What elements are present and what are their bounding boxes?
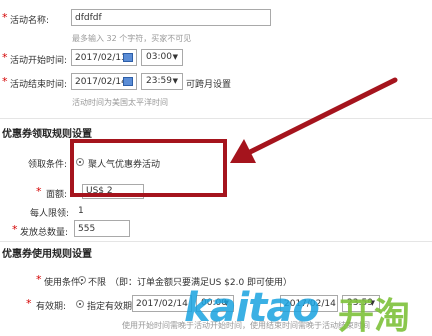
watermark-logo-cn: 开淘 (338, 296, 411, 336)
kaitao-watermark: kaitao 开淘 (178, 283, 432, 336)
coupon-settings-page: * 活动名称: dfdfdf 最多输入 32 个字符，买家不可见 * 活动开始时… (0, 0, 432, 336)
highlight-box (70, 139, 227, 197)
watermark-logo-text: kaitao (184, 285, 320, 331)
arrow-shaft (243, 77, 398, 157)
